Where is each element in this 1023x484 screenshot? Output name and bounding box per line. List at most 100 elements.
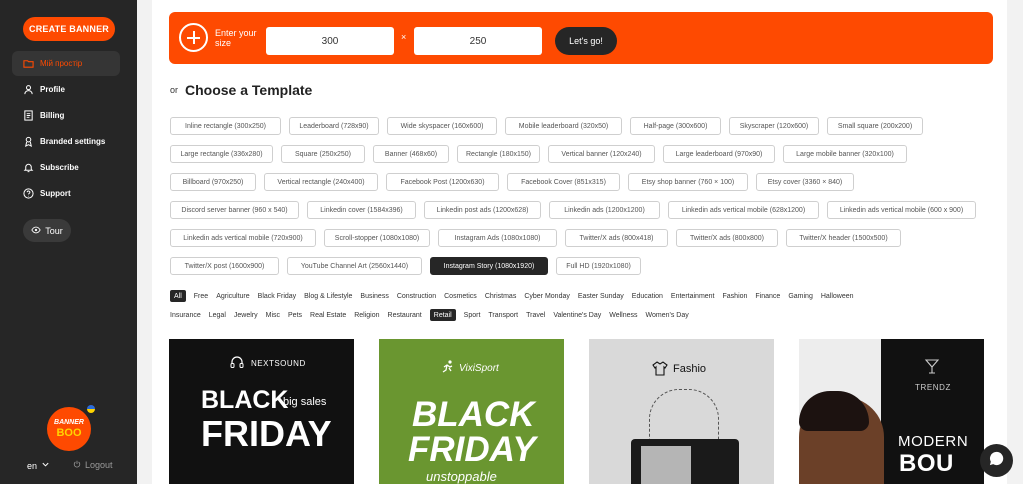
category-item[interactable]: Business: [360, 290, 388, 302]
category-item[interactable]: Easter Sunday: [578, 290, 624, 302]
category-retail[interactable]: Retail: [429, 309, 456, 321]
tour-button[interactable]: Tour: [23, 219, 71, 242]
template-chip[interactable]: Discord server banner (960 x 540): [170, 201, 299, 219]
template-chip[interactable]: Inline rectangle (300x250): [170, 117, 281, 135]
preview-headline: BLACK: [412, 395, 535, 434]
category-item[interactable]: Travel: [526, 309, 545, 321]
receipt-icon: [22, 110, 34, 122]
sidebar-item-billing[interactable]: Billing: [12, 103, 120, 128]
template-chip[interactable]: Linkedin post ads (1200x628): [424, 201, 541, 219]
template-chip-selected[interactable]: Instagram Story (1080x1920): [430, 257, 548, 275]
template-chip[interactable]: Vertical banner (120x240): [548, 145, 655, 163]
category-item[interactable]: Halloween: [821, 290, 854, 302]
category-item[interactable]: Sport: [464, 309, 481, 321]
category-item[interactable]: Misc: [266, 309, 280, 321]
template-chip[interactable]: Twitter/X post (1600x900): [170, 257, 279, 275]
category-item[interactable]: Free: [194, 290, 208, 302]
template-chip[interactable]: Wide skyspacer (160x600): [387, 117, 497, 135]
category-all[interactable]: All: [170, 290, 186, 302]
template-chip[interactable]: Linkedin ads (1200x1200): [549, 201, 660, 219]
category-item[interactable]: Women's Day: [646, 309, 689, 321]
category-item[interactable]: Education: [632, 290, 663, 302]
template-title: Choose a Template: [185, 82, 313, 98]
template-chip[interactable]: Twitter/X ads (800x800): [676, 229, 778, 247]
sidebar-item-support[interactable]: Support: [12, 181, 120, 206]
template-chip[interactable]: Linkedin ads vertical mobile (720x900): [170, 229, 316, 247]
category-item[interactable]: Jewelry: [234, 309, 258, 321]
sidebar-item-my-space[interactable]: Мій простір: [12, 51, 120, 76]
template-preview-card[interactable]: VixiSport BLACK FRIDAY unstoppable: [379, 339, 564, 484]
template-chip[interactable]: Etsy shop banner (760 × 100): [628, 173, 748, 191]
category-item[interactable]: Insurance: [170, 309, 201, 321]
template-chip[interactable]: Twitter/X header (1500x500): [786, 229, 901, 247]
sidebar-item-branded-settings[interactable]: Branded settings: [12, 129, 120, 154]
template-chip[interactable]: Banner (468x60): [373, 145, 449, 163]
template-chip[interactable]: Large rectangle (336x280): [170, 145, 273, 163]
template-chip[interactable]: Skyscraper (120x600): [729, 117, 819, 135]
category-item[interactable]: Black Friday: [258, 290, 297, 302]
template-chip[interactable]: Rectangle (180x150): [457, 145, 540, 163]
template-chip[interactable]: Facebook Cover (851x315): [507, 173, 620, 191]
template-row: Inline rectangle (300x250) Leaderboard (…: [170, 117, 1000, 135]
width-input[interactable]: [266, 27, 394, 55]
category-item[interactable]: Real Estate: [310, 309, 346, 321]
template-preview-card[interactable]: TRENDZ MODERN BOU: [799, 339, 984, 484]
sidebar: CREATE BANNER Мій простір Profile Billin…: [0, 0, 137, 484]
template-chip[interactable]: Half-page (300x600): [630, 117, 721, 135]
category-item[interactable]: Entertainment: [671, 290, 715, 302]
template-chip[interactable]: Instagram Ads (1080x1080): [438, 229, 557, 247]
category-item[interactable]: Blog & Lifestyle: [304, 290, 352, 302]
template-chip[interactable]: Linkedin cover (1584x396): [307, 201, 416, 219]
template-chip[interactable]: Square (250x250): [281, 145, 365, 163]
sidebar-item-subscribe[interactable]: Subscribe: [12, 155, 120, 180]
template-chip[interactable]: Full HD (1920x1080): [556, 257, 641, 275]
language-selector[interactable]: en: [27, 460, 50, 471]
chat-button[interactable]: [980, 444, 1013, 477]
user-icon: [22, 84, 34, 96]
template-chip[interactable]: Etsy cover (3360 × 840): [756, 173, 854, 191]
category-item[interactable]: Legal: [209, 309, 226, 321]
template-preview-card[interactable]: Fashio: [589, 339, 774, 484]
template-chip[interactable]: Small square (200x200): [827, 117, 923, 135]
eye-icon: [31, 225, 41, 237]
category-item[interactable]: Cosmetics: [444, 290, 477, 302]
template-chip[interactable]: Twitter/X ads (800x418): [565, 229, 668, 247]
template-chip[interactable]: Linkedin ads vertical mobile (628x1200): [668, 201, 819, 219]
template-chip[interactable]: Linkedin ads vertical mobile (600 x 900): [827, 201, 976, 219]
category-item[interactable]: Cyber Monday: [524, 290, 570, 302]
create-banner-button[interactable]: CREATE BANNER: [23, 17, 115, 41]
template-chip[interactable]: Mobile leaderboard (320x50): [505, 117, 622, 135]
template-chip[interactable]: Leaderboard (728x90): [289, 117, 379, 135]
category-item[interactable]: Religion: [354, 309, 379, 321]
template-row: Linkedin ads vertical mobile (720x900) S…: [170, 229, 1000, 247]
preview-subline: big sales: [283, 396, 327, 408]
template-chip[interactable]: Vertical rectangle (240x400): [264, 173, 378, 191]
category-item[interactable]: Valentine's Day: [553, 309, 601, 321]
category-item[interactable]: Agriculture: [216, 290, 249, 302]
logout-button[interactable]: Logout: [73, 460, 113, 470]
template-chip[interactable]: Scroll-stopper (1080x1080): [324, 229, 430, 247]
category-item[interactable]: Construction: [397, 290, 436, 302]
category-item[interactable]: Restaurant: [388, 309, 422, 321]
category-item[interactable]: Wellness: [609, 309, 637, 321]
template-chip[interactable]: Facebook Post (1200x630): [386, 173, 499, 191]
template-row: Discord server banner (960 x 540) Linked…: [170, 201, 1000, 219]
sidebar-item-label: Subscribe: [40, 163, 79, 172]
template-chip[interactable]: YouTube Channel Art (2560x1440): [287, 257, 422, 275]
template-chip[interactable]: Large leaderboard (970x90): [663, 145, 775, 163]
main-content: Enter your size × Let's go! or Choose a …: [152, 0, 1007, 484]
height-input[interactable]: [414, 27, 542, 55]
sidebar-item-profile[interactable]: Profile: [12, 77, 120, 102]
category-item[interactable]: Fashion: [723, 290, 748, 302]
category-item[interactable]: Gaming: [788, 290, 813, 302]
template-preview-card[interactable]: NEXTSOUND BLACK big sales FRIDAY: [169, 339, 354, 484]
template-chip[interactable]: Billboard (970x250): [170, 173, 256, 191]
template-chip[interactable]: Large mobile banner (320x100): [783, 145, 907, 163]
lets-go-button[interactable]: Let's go!: [555, 27, 617, 55]
template-row: Large rectangle (336x280) Square (250x25…: [170, 145, 1000, 163]
category-item[interactable]: Christmas: [485, 290, 517, 302]
category-item[interactable]: Finance: [755, 290, 780, 302]
category-item[interactable]: Pets: [288, 309, 302, 321]
category-item[interactable]: Transport: [488, 309, 518, 321]
chevron-down-icon: [41, 460, 50, 471]
